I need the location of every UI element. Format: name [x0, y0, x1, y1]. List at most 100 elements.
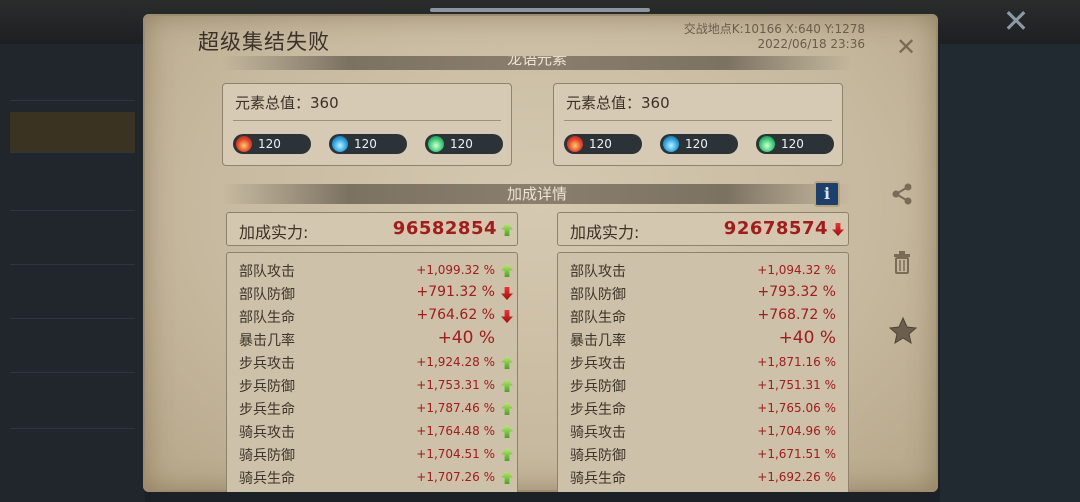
sidebar-item[interactable] [10, 224, 135, 265]
stat-row: 步兵防御 +1,753.31 % [227, 374, 517, 397]
star-icon[interactable] [888, 316, 918, 345]
power-label: 加成实力: [570, 223, 640, 242]
stat-value: +1,765.06 % [757, 401, 836, 415]
stat-row: 部队攻击 +1,094.32 % [558, 259, 848, 282]
water-element-value: 120 [685, 137, 708, 151]
stat-name: 步兵防御 [239, 379, 295, 395]
stat-name: 步兵攻击 [570, 356, 626, 372]
stat-name: 部队生命 [239, 310, 295, 326]
stat-name: 步兵生命 [239, 402, 295, 418]
arrow-up-icon [501, 425, 513, 438]
stat-name: 部队攻击 [239, 264, 295, 280]
stat-value: +1,787.46 % [416, 401, 495, 415]
wind-element-pill: 120 [756, 134, 834, 154]
stat-row: 部队生命 +768.72 % [558, 305, 848, 328]
stat-value: +40 % [778, 328, 836, 348]
sidebar-item[interactable] [10, 388, 135, 429]
stat-value: +768.72 % [757, 307, 836, 323]
divider [233, 120, 501, 121]
stat-row: 骑兵生命 +1,707.26 % [227, 466, 517, 489]
element-total: 元素总值：360 [235, 94, 339, 112]
stat-value: +40 % [437, 328, 495, 348]
stat-row: 步兵攻击 +1,924.28 % [227, 351, 517, 374]
close-button[interactable]: ✕ [893, 34, 919, 60]
sidebar-item[interactable] [10, 278, 135, 319]
sidebar-item[interactable] [10, 332, 135, 373]
share-icon[interactable] [888, 180, 916, 208]
battle-info: 交战地点K:10166 X:640 Y:1278 2022/06/18 23:3… [660, 22, 865, 52]
info-button[interactable]: i [814, 181, 840, 207]
wind-icon [759, 136, 775, 152]
stat-value: +1,704.51 % [416, 447, 495, 461]
fire-element-value: 120 [589, 137, 612, 151]
side-actions [880, 170, 924, 370]
stat-row: 骑兵防御 +1,671.51 % [558, 443, 848, 466]
element-total: 元素总值：360 [566, 94, 670, 112]
stat-row: 部队防御 +793.32 % [558, 282, 848, 305]
arrow-up-icon [501, 379, 513, 392]
stat-row: 步兵防御 +1,751.31 % [558, 374, 848, 397]
stat-name: 骑兵生命 [570, 471, 626, 487]
water-icon [332, 136, 348, 152]
trash-icon[interactable] [888, 248, 916, 276]
background-right-panel [940, 44, 1080, 502]
stat-name: 步兵生命 [570, 402, 626, 418]
stat-value: +1,704.96 % [757, 424, 836, 438]
arrow-down-icon [501, 287, 513, 300]
sidebar-item[interactable] [10, 170, 135, 211]
arrow-down-icon [832, 223, 844, 236]
right-power-box: 加成实力: 92678574 [557, 212, 849, 246]
stat-name: 骑兵生命 [239, 471, 295, 487]
stat-value: +1,924.28 % [416, 355, 495, 369]
element-section-banner: 龙语元素 [222, 56, 852, 70]
stat-value: +1,764.48 % [416, 424, 495, 438]
stat-value: +1,707.26 % [416, 470, 495, 484]
loading-indicator [430, 8, 650, 12]
bonus-section-banner: 加成详情 [222, 184, 852, 204]
water-element-pill: 120 [329, 134, 407, 154]
divider [564, 120, 832, 121]
arrow-up-icon [501, 402, 513, 415]
wind-element-value: 120 [450, 137, 473, 151]
stat-value: +1,753.31 % [416, 378, 495, 392]
stat-value: +1,871.16 % [757, 355, 836, 369]
wind-icon [428, 136, 444, 152]
water-element-pill: 120 [660, 134, 738, 154]
sidebar-item[interactable] [10, 60, 135, 101]
stat-name: 骑兵攻击 [239, 425, 295, 441]
stat-name: 暴击几率 [570, 333, 626, 349]
stat-value: +1,099.32 % [416, 263, 495, 277]
right-stats-panel[interactable]: 部队攻击 +1,094.32 % 部队防御 +793.32 % 部队生命 +76… [557, 252, 849, 492]
stat-name: 步兵攻击 [239, 356, 295, 372]
arrow-up-icon [501, 356, 513, 369]
stat-value: +793.32 % [757, 284, 836, 300]
stat-row: 骑兵防御 +1,704.51 % [227, 443, 517, 466]
stat-row: 步兵生命 +1,765.06 % [558, 397, 848, 420]
stat-value: +1,094.32 % [757, 263, 836, 277]
left-element-box: 元素总值：360 120 120 120 [222, 83, 512, 166]
stat-value: +764.62 % [416, 307, 495, 323]
stat-name: 暴击几率 [239, 333, 295, 349]
background-close-icon[interactable]: ✕ [994, 4, 1038, 38]
stat-row: 步兵攻击 +1,871.16 % [558, 351, 848, 374]
arrow-up-icon [501, 223, 513, 236]
stat-value: +1,751.31 % [757, 378, 836, 392]
arrow-down-icon [501, 310, 513, 323]
water-icon [663, 136, 679, 152]
power-value: 96582854 [392, 218, 497, 239]
fire-icon [236, 136, 252, 152]
left-stats-panel[interactable]: 部队攻击 +1,099.32 % 部队防御 +791.32 % 部队生命 +76… [226, 252, 518, 492]
stat-name: 骑兵防御 [570, 448, 626, 464]
sidebar-item[interactable] [10, 112, 135, 153]
fire-icon [567, 136, 583, 152]
battle-location: 交战地点K:10166 X:640 Y:1278 [683, 22, 865, 36]
wind-element-value: 120 [781, 137, 804, 151]
stat-name: 部队防御 [570, 287, 626, 303]
arrow-up-icon [501, 471, 513, 484]
dialog-title: 超级集结失败 [198, 30, 330, 54]
stat-name: 部队生命 [570, 310, 626, 326]
stat-row: 步兵生命 +1,787.46 % [227, 397, 517, 420]
stat-row: 部队攻击 +1,099.32 % [227, 259, 517, 282]
left-power-box: 加成实力: 96582854 [226, 212, 518, 246]
stat-row: 部队生命 +764.62 % [227, 305, 517, 328]
